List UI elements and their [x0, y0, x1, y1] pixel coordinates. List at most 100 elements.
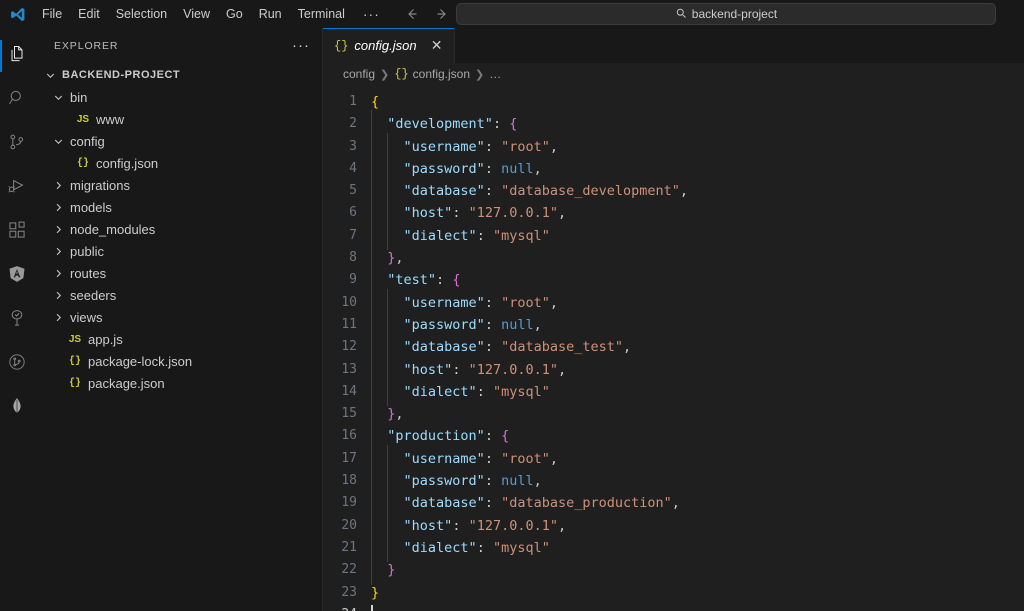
code-line[interactable]: } [371, 582, 1024, 604]
workbench-body: EXPLORER ··· BACKEND-PROJECT bin JS www conf… [0, 28, 1024, 611]
text-cursor [371, 604, 373, 611]
code-token: : [436, 272, 453, 289]
tree-item-seeders[interactable]: seeders [34, 284, 322, 306]
tree-root-item[interactable]: BACKEND-PROJECT [34, 64, 322, 86]
search-input[interactable]: backend-project [456, 3, 996, 25]
tree-item-package-json[interactable]: {} package.json [34, 372, 322, 394]
tree-item-label: BACKEND-PROJECT [62, 69, 181, 81]
activity-bar [0, 28, 34, 611]
activity-item-run-and-debug[interactable] [0, 166, 34, 210]
menu-view[interactable]: View [175, 0, 218, 28]
breadcrumb-item-config-json[interactable]: {} config.json [394, 67, 470, 81]
code-token: , [533, 160, 542, 177]
json-file-icon: {} [394, 67, 409, 81]
tree-item-routes[interactable]: routes [34, 262, 322, 284]
indent-guide [371, 310, 387, 340]
activity-item-angular[interactable] [0, 254, 34, 298]
code-line[interactable]: "password": null, [371, 467, 1024, 496]
menu-file[interactable]: File [34, 0, 70, 28]
line-number-gutter: 123456789101112131415161718192021222324 [323, 85, 371, 611]
menu-go[interactable]: Go [218, 0, 251, 28]
code-token: "host" [403, 517, 453, 534]
code-line[interactable]: "username": "root", [371, 132, 1024, 162]
code-line[interactable] [371, 604, 1024, 611]
code-token: , [623, 339, 632, 356]
menu-overflow[interactable]: ··· [353, 0, 390, 28]
close-icon[interactable]: ✕ [429, 37, 445, 54]
activity-item-mongodb[interactable] [0, 386, 34, 430]
run-debug-icon [7, 176, 27, 201]
tree-item-models[interactable]: models [34, 196, 322, 218]
code-token: : [484, 138, 502, 155]
tabs-empty-space [454, 28, 1024, 63]
code-line[interactable]: }, [371, 400, 1024, 429]
code-line[interactable]: "password": null, [371, 154, 1024, 184]
tree-item-app-js[interactable]: JS app.js [34, 328, 322, 350]
code-line[interactable]: "database": "database_production", [371, 489, 1024, 518]
code-line[interactable]: "dialect": "mysql" [371, 533, 1024, 563]
code-token: : [484, 450, 502, 467]
code-line[interactable]: "username": "root", [371, 444, 1024, 474]
code-line[interactable]: "username": "root", [371, 288, 1024, 318]
tree-item-config-json[interactable]: {} config.json [34, 152, 322, 174]
activity-item-explorer[interactable] [0, 34, 34, 78]
code-line[interactable]: "dialect": "mysql" [371, 377, 1024, 407]
tree-item-www[interactable]: JS www [34, 108, 322, 130]
tree-item-node-modules[interactable]: node_modules [34, 218, 322, 240]
code-line[interactable]: "database": "database_test", [371, 333, 1024, 362]
menu-terminal[interactable]: Terminal [290, 0, 353, 28]
tree-item-views[interactable]: views [34, 306, 322, 328]
code-line[interactable]: "test": { [371, 266, 1024, 296]
menu-edit[interactable]: Edit [70, 0, 108, 28]
tree-item-public[interactable]: public [34, 240, 322, 262]
code-token: "password" [403, 316, 485, 333]
code-token: , [395, 250, 404, 267]
activity-item-extensions[interactable] [0, 210, 34, 254]
indent-guide [387, 333, 403, 362]
breadcrumb-item-overflow[interactable]: … [489, 67, 501, 81]
code-line[interactable]: { [371, 91, 1024, 113]
tab-config-json[interactable]: {} config.json ✕ [323, 28, 455, 63]
indent-guide [371, 110, 387, 139]
code-token: { [501, 428, 510, 445]
code-line[interactable]: "host": "127.0.0.1", [371, 511, 1024, 541]
code-token: "dialect" [403, 539, 477, 556]
code-line[interactable]: "password": null, [371, 310, 1024, 340]
tree-item-bin[interactable]: bin [34, 86, 322, 108]
code-token: } [387, 562, 396, 579]
breadcrumb-item-config[interactable]: config [343, 67, 375, 81]
menu-selection[interactable]: Selection [108, 0, 175, 28]
tree-item-label: config.json [96, 155, 159, 171]
chevron-down-icon [42, 69, 58, 82]
activity-item-search[interactable] [0, 78, 34, 122]
vscode-logo-icon [0, 6, 34, 23]
code-line[interactable]: "production": { [371, 422, 1024, 452]
code-token: : [476, 227, 493, 244]
activity-item-git-graph[interactable] [0, 342, 34, 386]
code-token: "database_production" [501, 495, 672, 512]
editor-group: {} config.json ✕ config ❯ {} config.json… [323, 28, 1024, 611]
code-line[interactable]: } [371, 556, 1024, 585]
tree-item-migrations[interactable]: migrations [34, 174, 322, 196]
code-line[interactable]: "database": "database_development", [371, 177, 1024, 206]
arrow-left-icon[interactable] [404, 6, 420, 22]
code-token: "database" [403, 183, 485, 200]
more-actions-icon[interactable]: ··· [286, 38, 316, 53]
menu-run[interactable]: Run [251, 0, 290, 28]
code-line[interactable]: "host": "127.0.0.1", [371, 355, 1024, 385]
code-content[interactable]: { "development": { "username": "root", "… [371, 85, 1024, 611]
code-line[interactable]: "development": { [371, 110, 1024, 139]
arrow-right-icon[interactable] [434, 6, 450, 22]
code-line[interactable]: }, [371, 244, 1024, 273]
activity-item-todo-tree[interactable] [0, 298, 34, 342]
code-token: "test" [387, 272, 437, 289]
activity-item-source-control[interactable] [0, 122, 34, 166]
code-line[interactable]: "dialect": "mysql" [371, 221, 1024, 251]
code-token: "password" [403, 473, 485, 490]
code-line[interactable]: "host": "127.0.0.1", [371, 199, 1024, 229]
tree-item-package-lock-json[interactable]: {} package-lock.json [34, 350, 322, 372]
code-editor[interactable]: 123456789101112131415161718192021222324 … [323, 85, 1024, 611]
chevron-right-icon [50, 245, 66, 258]
code-token: "root" [501, 450, 550, 467]
tree-item-config[interactable]: config [34, 130, 322, 152]
